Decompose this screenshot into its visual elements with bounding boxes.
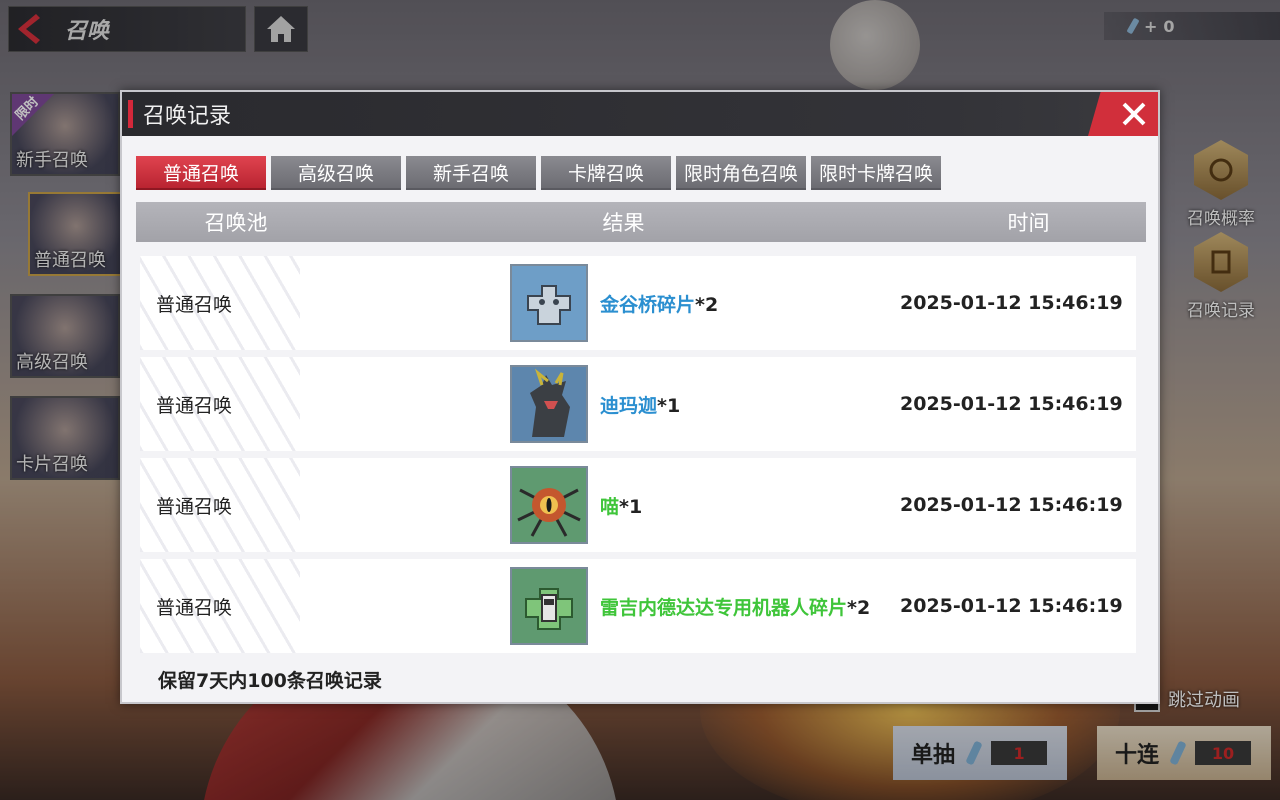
table-row: 普通召唤 喵*1 2025-01-12 15:46:19 — [140, 458, 1136, 552]
robot-fragment-icon[interactable] — [510, 567, 588, 645]
dialog-title: 召唤记录 — [143, 104, 232, 129]
item-quantity: *2 — [847, 596, 871, 619]
row-item: 金谷桥碎片*2 — [600, 290, 900, 317]
close-icon — [1122, 102, 1146, 126]
item-name: 迪玛迦 — [600, 394, 658, 417]
record-list: 普通召唤 金谷桥碎片*2 2025-01-12 15:46:19 普通召唤 迪玛… — [140, 256, 1136, 660]
column-result: 结果 — [602, 211, 645, 235]
row-pool: 普通召唤 — [156, 495, 233, 518]
eyeball-monster-icon[interactable] — [510, 466, 588, 544]
item-quantity: *1 — [657, 394, 681, 417]
row-item: 喵*1 — [600, 492, 900, 519]
column-time: 时间 — [1007, 211, 1050, 235]
summon-record-dialog: 召唤记录 普通召唤 高级召唤 新手召唤 卡牌召唤 限时角色召唤 限时卡牌召唤 召… — [120, 90, 1160, 704]
item-name: 雷吉内德达达专用机器人碎片 — [600, 596, 848, 619]
tab-advanced-summon[interactable]: 高级召唤 — [271, 156, 401, 190]
item-quantity: *1 — [619, 495, 643, 518]
row-time: 2025-01-12 15:46:19 — [900, 292, 1123, 314]
retention-note: 保留7天内100条召唤记录 — [158, 670, 382, 692]
table-row: 普通召唤 迪玛迦*1 2025-01-12 15:46:19 — [140, 357, 1136, 451]
table-row: 普通召唤 金谷桥碎片*2 2025-01-12 15:46:19 — [140, 256, 1136, 350]
tab-card-summon[interactable]: 卡牌召唤 — [541, 156, 671, 190]
tab-limited-card-summon[interactable]: 限时卡牌召唤 — [811, 156, 941, 190]
item-name: 金谷桥碎片 — [600, 293, 696, 316]
robot-fragment-icon[interactable] — [510, 264, 588, 342]
row-item: 雷吉内德达达专用机器人碎片*2 — [600, 593, 900, 620]
item-quantity: *2 — [695, 293, 719, 316]
column-pool: 召唤池 — [204, 211, 268, 235]
kaiju-icon[interactable] — [510, 365, 588, 443]
record-tabs: 普通召唤 高级召唤 新手召唤 卡牌召唤 限时角色召唤 限时卡牌召唤 — [136, 156, 941, 190]
tab-normal-summon[interactable]: 普通召唤 — [136, 156, 266, 190]
item-name: 喵 — [600, 495, 620, 518]
row-item: 迪玛迦*1 — [600, 391, 900, 418]
row-pool: 普通召唤 — [156, 596, 233, 619]
row-time: 2025-01-12 15:46:19 — [900, 595, 1123, 617]
close-button[interactable] — [1088, 92, 1158, 136]
tab-novice-summon[interactable]: 新手召唤 — [406, 156, 536, 190]
table-row: 普通召唤 雷吉内德达达专用机器人碎片*2 2025-01-12 15:46:19 — [140, 559, 1136, 653]
row-time: 2025-01-12 15:46:19 — [900, 494, 1123, 516]
table-header: 召唤池 结果 时间 — [136, 202, 1146, 242]
dialog-header: 召唤记录 — [122, 92, 1158, 136]
row-pool: 普通召唤 — [156, 293, 233, 316]
row-pool: 普通召唤 — [156, 394, 233, 417]
row-time: 2025-01-12 15:46:19 — [900, 393, 1123, 415]
tab-limited-character-summon[interactable]: 限时角色召唤 — [676, 156, 806, 190]
